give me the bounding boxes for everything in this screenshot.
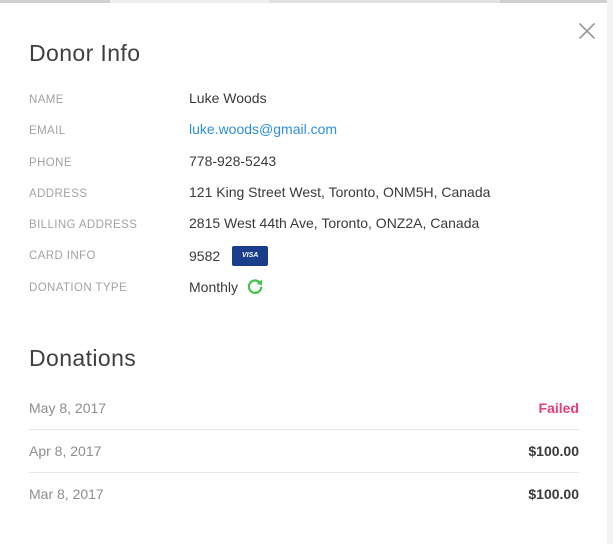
field-label: ADDRESS [29,187,88,200]
donations-list: May 8, 2017 Failed Apr 8, 2017 $100.00 M… [29,387,579,515]
donor-fields: NAME Luke Woods EMAIL luke.woods@gmail.c… [29,86,589,305]
donation-date: May 8, 2017 [29,400,107,416]
donation-amount: $100.00 [528,443,579,459]
donation-row: Apr 8, 2017 $100.00 [29,430,579,473]
card-last-digits: 9582 [189,248,221,265]
background-edge [607,0,613,544]
donation-row: Mar 8, 2017 $100.00 [29,473,579,515]
field-phone: PHONE 778-928-5243 [29,149,589,180]
donor-info-modal: Donor Info NAME Luke Woods EMAIL luke.wo… [0,0,600,544]
field-name: NAME Luke Woods [29,86,589,117]
name-value: Luke Woods [189,90,267,106]
visa-badge-icon: VISA [232,246,269,267]
billing-address-value: 2815 West 44th Ave, Toronto, ONZ2A, Cana… [189,215,480,232]
phone-value: 778-928-5243 [189,152,277,169]
donations-title: Donations [29,345,137,371]
field-card-info: CARD INFO 9582 VISA [29,242,589,273]
field-label: PHONE [29,156,72,169]
donation-type-text: Monthly [189,278,239,295]
field-label: DONATION TYPE [29,281,128,294]
donation-row: May 8, 2017 Failed [29,387,579,430]
field-donation-type: DONATION TYPE Monthly [29,274,589,305]
field-email: EMAIL luke.woods@gmail.com [29,117,589,148]
field-billing-address: BILLING ADDRESS 2815 West 44th Ave, Toro… [29,211,589,242]
field-label: NAME [29,94,64,106]
field-label: EMAIL [29,125,66,138]
email-link[interactable]: luke.woods@gmail.com [189,121,337,137]
field-label: BILLING ADDRESS [29,219,138,232]
donation-status-failed: Failed [538,400,579,416]
close-icon[interactable] [576,20,598,42]
address-value: 121 King Street West, Toronto, ONM5H, Ca… [189,183,491,200]
card-info-value: 9582 VISA [189,246,269,267]
donation-type-value: Monthly [189,278,264,296]
field-address: ADDRESS 121 King Street West, Toronto, O… [29,180,589,211]
donor-info-title: Donor Info [29,40,141,66]
donation-amount: $100.00 [528,486,579,502]
field-label: CARD INFO [29,250,96,263]
donation-date: Apr 8, 2017 [29,443,102,459]
donation-date: Mar 8, 2017 [29,486,104,502]
refresh-icon [246,278,264,296]
